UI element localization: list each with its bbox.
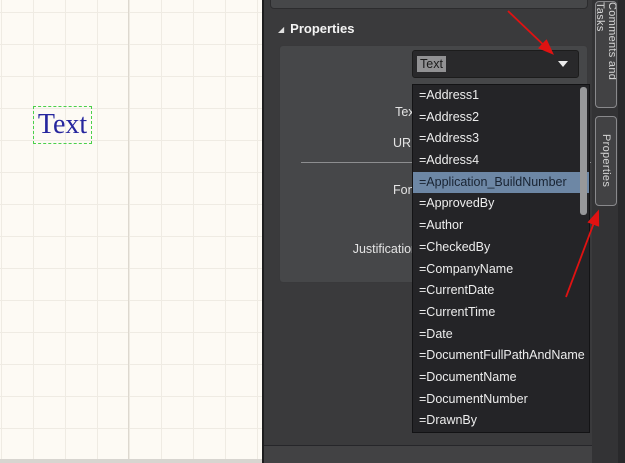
properties-section-header[interactable]: ◢ Properties xyxy=(278,21,354,36)
dropdown-scrollbar-thumb[interactable] xyxy=(580,87,587,215)
section-title: Properties xyxy=(290,21,354,36)
dropdown-item[interactable]: =DrawnBy xyxy=(413,410,589,432)
dropdown-item[interactable]: =Address4 xyxy=(413,150,589,172)
tab-comments-and-tasks[interactable]: Comments and Tasks xyxy=(595,1,617,108)
previous-group-box xyxy=(270,0,588,9)
tab-label: Comments and Tasks xyxy=(595,2,617,107)
combobox-value: Text xyxy=(417,56,446,72)
dropdown-item[interactable]: =DocumentNumber xyxy=(413,389,589,411)
collapse-triangle-icon: ◢ xyxy=(278,26,284,34)
panel-bottom-area xyxy=(264,445,592,463)
selected-text-object[interactable]: Text xyxy=(33,106,92,144)
dropdown-item[interactable]: =Address2 xyxy=(413,107,589,129)
dropdown-item[interactable]: =CurrentDate xyxy=(413,280,589,302)
tab-label: Properties xyxy=(600,134,612,187)
dropdown-item[interactable]: =Address3 xyxy=(413,128,589,150)
text-field-label: Text xyxy=(298,105,418,119)
dropdown-item[interactable]: =Date xyxy=(413,324,589,346)
dropdown-item[interactable]: =DocumentFullPathAndName xyxy=(413,345,589,367)
dropdown-item[interactable]: =CheckedBy xyxy=(413,237,589,259)
drawing-canvas[interactable]: Text xyxy=(0,0,262,463)
side-tab-strip: Comments and Tasks Properties xyxy=(592,0,625,463)
grid-major-line xyxy=(128,0,129,463)
dropdown-item[interactable]: =CurrentTime xyxy=(413,302,589,324)
chevron-down-icon[interactable] xyxy=(558,61,568,67)
tab-properties[interactable]: Properties xyxy=(595,116,617,206)
text-dropdown-list: =Address1=Address2=Address3=Address4=App… xyxy=(412,84,590,433)
dropdown-item[interactable]: =DocumentName xyxy=(413,367,589,389)
dropdown-item[interactable]: =Author xyxy=(413,215,589,237)
application-window: Text ◢ Properties Text URL Font Justific… xyxy=(0,0,625,463)
justification-field-label: Justification xyxy=(298,242,418,256)
url-field-label: URL xyxy=(298,136,418,150)
properties-panel: ◢ Properties Text URL Font Justification… xyxy=(264,0,592,463)
tab-strip-edge xyxy=(618,0,625,463)
dropdown-item[interactable]: =Application_BuildNumber xyxy=(413,172,589,194)
text-object-label: Text xyxy=(38,109,87,141)
text-combobox[interactable]: Text xyxy=(412,50,579,78)
canvas-bottom-edge xyxy=(0,459,262,463)
dropdown-item[interactable]: =Address1 xyxy=(413,85,589,107)
font-field-label: Font xyxy=(298,183,418,197)
dropdown-item[interactable]: =CompanyName xyxy=(413,259,589,281)
dropdown-item[interactable]: =ApprovedBy xyxy=(413,193,589,215)
